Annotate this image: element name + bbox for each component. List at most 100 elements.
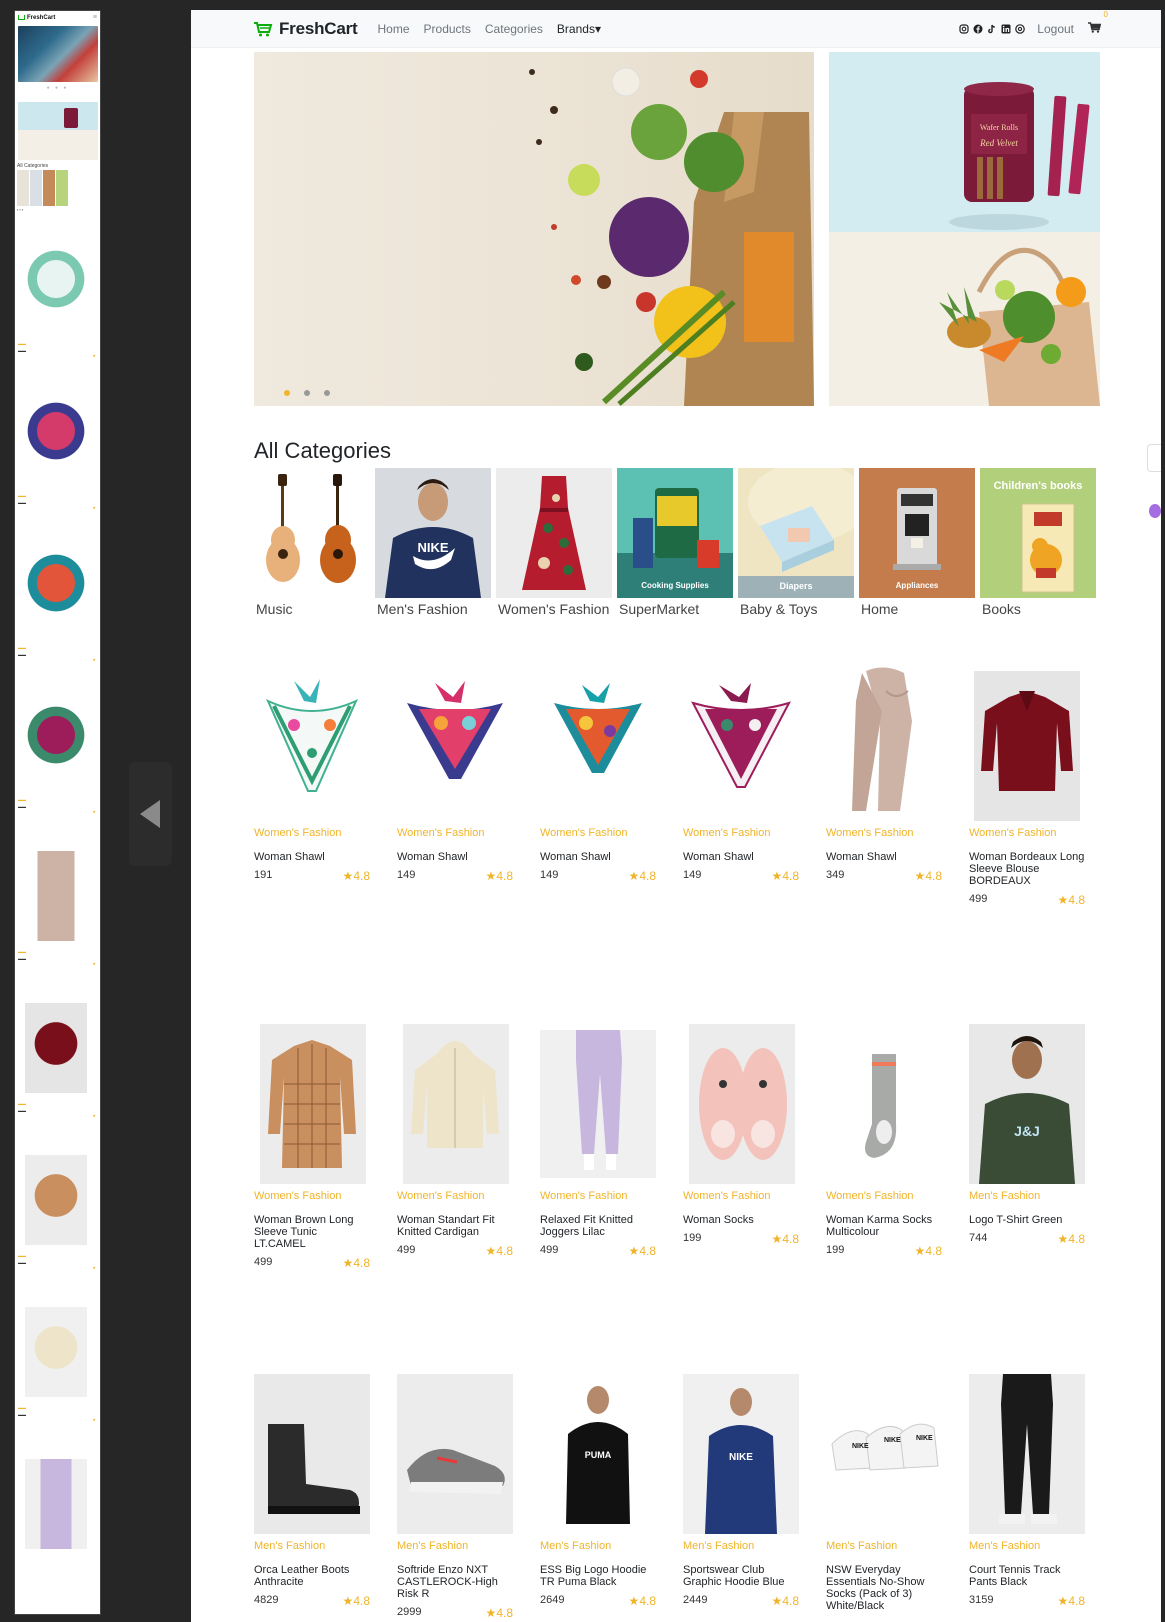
blouse-image xyxy=(974,671,1080,821)
product-rating: ★4.8 xyxy=(342,1256,370,1270)
product-card[interactable]: J&J Men's Fashion Logo T-Shirt Green 744… xyxy=(969,1024,1085,1270)
product-rating: ★4.8 xyxy=(1057,1594,1085,1608)
nav-brands-dropdown[interactable]: Brands▾ xyxy=(557,22,601,36)
linkedin-icon[interactable] xyxy=(1001,24,1011,34)
product-card[interactable]: Women's Fashion Woman Shawl 149 ★4.8 xyxy=(683,661,799,907)
preview-product: ▬▬ ▬▬ ★ xyxy=(15,1145,100,1297)
product-title: Woman Brown Long Sleeve Tunic LT.CAMEL xyxy=(254,1214,354,1250)
category-overlay: Cooking Supplies xyxy=(641,581,709,590)
page-preview-strip[interactable]: FreshCart ≡ ● ● ● All Categories ▪ ▪ ▪ ▬… xyxy=(14,10,101,1615)
slider-dot-2[interactable] xyxy=(304,390,310,396)
product-title: Woman Socks xyxy=(683,1214,754,1226)
product-card[interactable]: Women's Fashion Woman Shawl 349 ★4.8 xyxy=(826,661,942,907)
preview-categories-heading: All Categories xyxy=(17,163,49,169)
product-price: 2649 xyxy=(540,1594,565,1606)
hero-slider[interactable] xyxy=(254,52,814,406)
category-card-womens-fashion[interactable]: Women's Fashion xyxy=(496,468,612,617)
banner-grocery-bag[interactable] xyxy=(829,232,1100,406)
product-category: Men's Fashion xyxy=(969,1190,1041,1202)
product-price: 4829 xyxy=(254,1594,279,1606)
nav-brands-label: Brands xyxy=(556,21,595,36)
product-category: Women's Fashion xyxy=(397,1190,485,1202)
product-category: Women's Fashion xyxy=(254,827,342,839)
boots-image xyxy=(254,1374,370,1534)
shawl-image xyxy=(554,683,642,773)
product-card[interactable]: Women's Fashion Relaxed Fit Knitted Jogg… xyxy=(540,1024,656,1270)
category-card-baby-toys[interactable]: Diapers Baby & Toys xyxy=(738,468,854,617)
category-card-music[interactable]: Music xyxy=(254,468,370,617)
childrens-book-image xyxy=(1021,503,1075,593)
red-velvet-label: Red Velvet xyxy=(979,138,1018,148)
product-card[interactable]: Women's Fashion Woman Shawl 149 ★4.8 xyxy=(397,661,513,907)
product-rating: ★4.8 xyxy=(771,1594,799,1608)
product-price: 3159 xyxy=(969,1594,994,1606)
product-title: Relaxed Fit Knitted Joggers Lilac xyxy=(540,1214,633,1238)
slider-dot-3[interactable] xyxy=(324,390,330,396)
product-card[interactable]: Men's Fashion Court Tennis Track Pants B… xyxy=(969,1374,1085,1620)
product-card[interactable]: NIKE NIKE NIKE Men's Fashion NSW Everyda… xyxy=(826,1374,942,1620)
categories-carousel: Music NIKE Men's Fashion Women's Fashion… xyxy=(254,468,1101,617)
shopping-cart-icon xyxy=(1088,21,1102,33)
svg-text:NIKE: NIKE xyxy=(729,1452,753,1463)
arrow-left-icon xyxy=(140,800,160,828)
product-card[interactable]: Women's Fashion Woman Shawl 149 ★4.8 xyxy=(540,661,656,907)
banner-wafer-rolls[interactable]: Wafer Rolls Red Velvet xyxy=(829,52,1100,232)
product-card[interactable]: Women's Fashion Woman Karma Socks Multic… xyxy=(826,1024,942,1270)
product-card[interactable]: PUMA Men's Fashion ESS Big Logo Hoodie T… xyxy=(540,1374,656,1620)
extension-tool-button[interactable] xyxy=(1147,444,1161,472)
product-category: Men's Fashion xyxy=(969,1540,1041,1552)
slider-dot-1[interactable] xyxy=(284,390,290,396)
product-category: Men's Fashion xyxy=(683,1540,755,1552)
supermarket-image xyxy=(617,468,733,598)
brand-logo[interactable]: FreshCart xyxy=(253,19,358,39)
product-card[interactable]: Women's Fashion Woman Standart Fit Knitt… xyxy=(397,1024,513,1270)
category-card-supermarket[interactable]: Cooking Supplies SuperMarket xyxy=(617,468,733,617)
product-card[interactable]: Women's Fashion Woman Shawl 191 ★4.8 xyxy=(254,661,370,907)
category-name: Home xyxy=(861,601,899,617)
nav-categories[interactable]: Categories xyxy=(485,22,543,36)
shawl-image xyxy=(691,683,791,788)
product-card[interactable]: NIKE Men's Fashion Sportswear Club Graph… xyxy=(683,1374,799,1620)
tshirt-model-image: J&J xyxy=(969,1024,1085,1184)
product-card[interactable]: Women's Fashion Woman Bordeaux Long Slee… xyxy=(969,661,1085,907)
category-card-books[interactable]: Children's books Books xyxy=(980,468,1096,617)
instagram-icon[interactable] xyxy=(959,23,969,34)
product-price: 499 xyxy=(969,893,988,905)
product-rating: ★4.8 xyxy=(771,1232,799,1246)
product-rating: ★4.8 xyxy=(771,869,799,883)
logout-link[interactable]: Logout xyxy=(1037,22,1074,36)
tiktok-icon[interactable] xyxy=(987,24,997,34)
product-card[interactable]: Women's Fashion Woman Brown Long Sleeve … xyxy=(254,1024,370,1270)
product-price: 149 xyxy=(397,869,416,881)
product-row: Men's Fashion Orca Leather Boots Anthrac… xyxy=(254,1374,1085,1620)
product-title: ESS Big Logo Hoodie TR Puma Black xyxy=(540,1564,647,1588)
product-category: Men's Fashion xyxy=(826,1540,898,1552)
product-card[interactable]: Men's Fashion Softride Enzo NXT CASTLERO… xyxy=(397,1374,513,1620)
facebook-icon[interactable] xyxy=(973,24,983,34)
womens-dress-image xyxy=(496,468,612,598)
nike-hoodie-image: NIKE xyxy=(683,1374,799,1534)
main-page: FreshCart Home Products Categories Brand… xyxy=(191,10,1161,1622)
wafer-rolls-image: Wafer Rolls Red Velvet xyxy=(829,52,1100,232)
guitar-image xyxy=(266,474,356,583)
cart-button[interactable]: 0 xyxy=(1088,10,1108,38)
preview-product: ▬▬ ▬▬ ★ xyxy=(15,993,100,1145)
product-price: 199 xyxy=(683,1232,702,1244)
collapse-panel-tab[interactable] xyxy=(129,762,172,866)
product-title: Woman Shawl xyxy=(683,851,754,863)
brand-name: FreshCart xyxy=(279,18,358,38)
nav-products[interactable]: Products xyxy=(424,22,471,36)
product-title: Woman Shawl xyxy=(540,851,611,863)
product-card[interactable]: Women's Fashion Woman Socks 199 ★4.8 xyxy=(683,1024,799,1270)
category-overlay: Appliances xyxy=(895,581,939,590)
wafer-rolls-label: Wafer Rolls xyxy=(980,123,1018,132)
assistant-icon[interactable] xyxy=(1149,504,1161,518)
product-card[interactable]: Men's Fashion Orca Leather Boots Anthrac… xyxy=(254,1374,370,1620)
instagram-icon[interactable] xyxy=(1015,23,1026,34)
joggers-image xyxy=(540,1030,656,1178)
product-price: 149 xyxy=(683,869,702,881)
product-category: Women's Fashion xyxy=(826,827,914,839)
nav-home[interactable]: Home xyxy=(378,22,410,36)
category-card-home[interactable]: Appliances Home xyxy=(859,468,975,617)
category-card-mens-fashion[interactable]: NIKE Men's Fashion xyxy=(375,468,491,617)
